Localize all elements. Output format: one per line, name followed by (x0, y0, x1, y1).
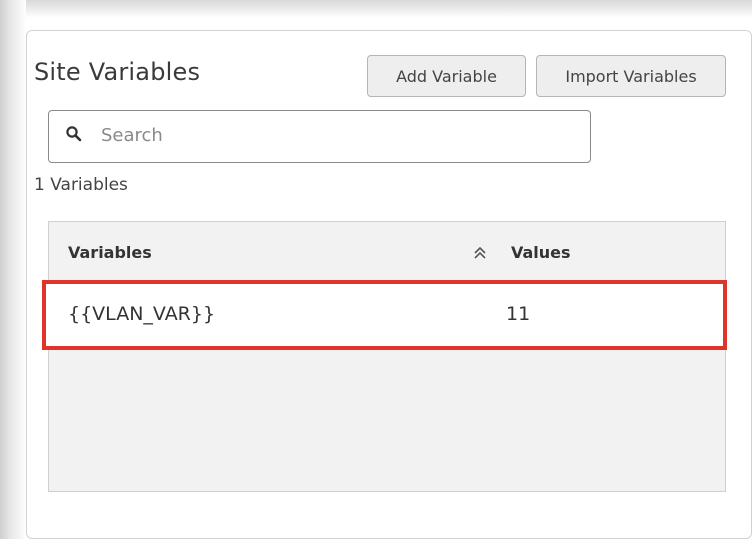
variables-count: 1 Variables (34, 175, 128, 195)
add-variable-button[interactable]: Add Variable (367, 55, 526, 97)
import-variables-button[interactable]: Import Variables (536, 55, 726, 97)
search-icon (66, 126, 82, 142)
column-header-values: Values (511, 243, 571, 262)
page-title: Site Variables (34, 58, 201, 86)
highlight-box (42, 280, 727, 350)
search-placeholder: Search (101, 125, 163, 146)
left-shadow (0, 0, 26, 539)
sort-up-double-chevron-icon[interactable] (472, 245, 488, 261)
search-input[interactable]: Search (48, 110, 591, 163)
column-header-variables[interactable]: Variables (68, 243, 152, 262)
